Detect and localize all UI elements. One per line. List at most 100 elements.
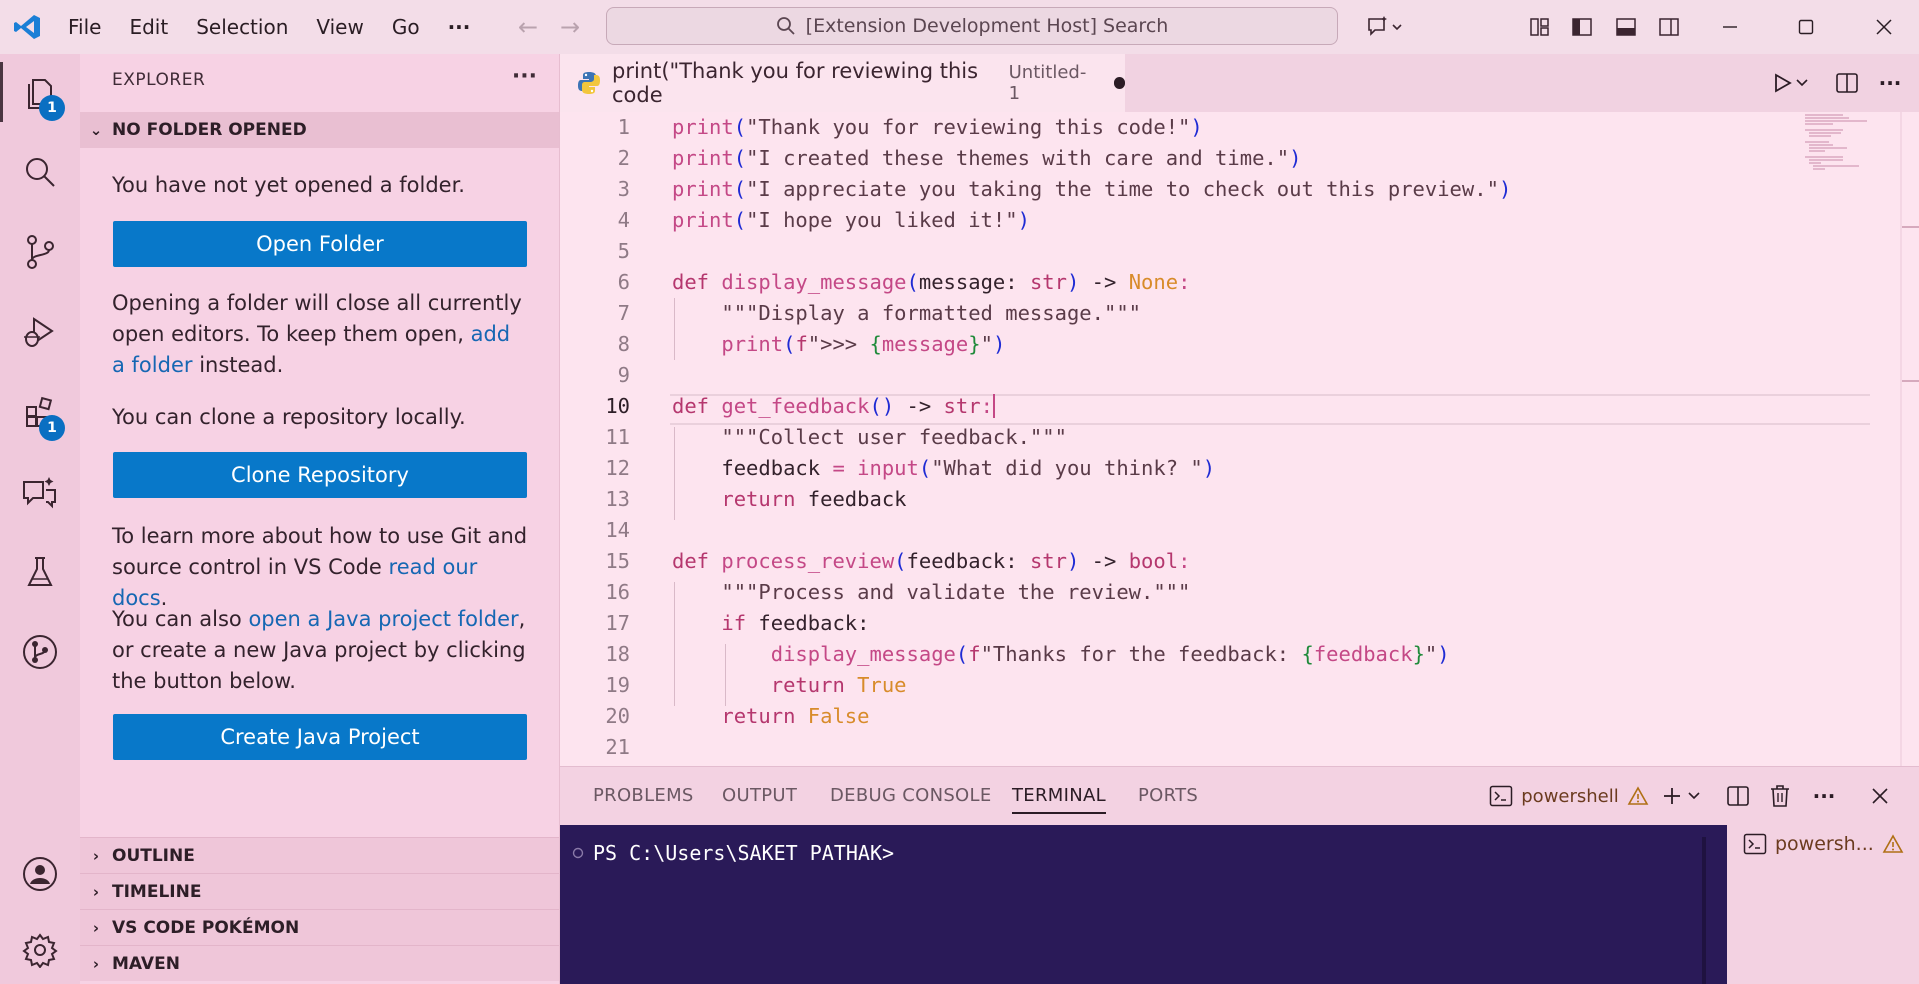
close-icon[interactable]	[1860, 0, 1908, 54]
explorer-activity-button[interactable]: 1	[0, 54, 80, 130]
code-text: def get_feedback() -> str:	[672, 394, 995, 418]
sidebar-more-button[interactable]: ···	[512, 64, 537, 89]
toggle-primary-sidebar-icon[interactable]	[1566, 0, 1598, 54]
code-text: """Collect user feedback."""	[672, 425, 1067, 449]
copilot-chat-icon[interactable]	[1354, 0, 1416, 54]
warning-icon	[1882, 834, 1904, 854]
code-text: return feedback	[721, 487, 907, 511]
back-arrow-icon[interactable]: ←	[507, 0, 549, 54]
code-line: 21	[560, 732, 1860, 763]
code-line: 11 """Collect user feedback."""	[560, 422, 1860, 453]
unsaved-dot-icon[interactable]	[1114, 77, 1125, 89]
line-number: 1	[617, 115, 630, 139]
code-line: 13 return feedback	[560, 484, 1860, 515]
command-decoration-icon	[572, 847, 584, 859]
line-number: 11	[605, 425, 630, 449]
gear-icon	[22, 932, 58, 968]
source-control-activity-button[interactable]	[0, 214, 80, 290]
tab-debug-console[interactable]: DEBUG CONSOLE	[830, 785, 992, 806]
testing-activity-button[interactable]	[0, 534, 80, 610]
maximize-icon[interactable]	[1782, 0, 1830, 54]
code-line: 8 print(f">>> {message}")	[560, 329, 1860, 360]
vscode-logo-icon	[0, 0, 54, 54]
code-line: 3 print("I appreciate you taking the time…	[560, 174, 1860, 205]
extensions-activity-button[interactable]: 1	[0, 374, 80, 450]
activity-bar: 1 1	[0, 54, 80, 984]
search-activity-button[interactable]	[0, 134, 80, 210]
line-number: 9	[617, 363, 630, 387]
git-graph-activity-button[interactable]	[0, 614, 80, 690]
chat-sparkle-icon	[21, 474, 59, 510]
code-line: 4 print("I hope you liked it!")	[560, 205, 1860, 236]
run-python-file-icon[interactable]	[1765, 54, 1817, 112]
minimize-icon[interactable]	[1706, 0, 1754, 54]
manage-activity-button[interactable]	[0, 912, 80, 984]
minimap[interactable]	[1803, 112, 1873, 172]
terminal-profile-selector[interactable]: powershell	[1484, 767, 1654, 825]
pokemon-section-header[interactable]: › VS CODE POKÉMON	[80, 909, 559, 945]
clone-repository-button[interactable]: Clone Repository	[113, 452, 527, 498]
command-center-search[interactable]: [Extension Development Host] Search	[606, 7, 1338, 45]
editor-scrollbar[interactable]	[1900, 112, 1919, 766]
explorer-sidebar: EXPLORER ··· ⌄ NO FOLDER OPENED You have…	[80, 54, 560, 984]
code-editor[interactable]: 1 print("Thank you for reviewing this cod…	[560, 112, 1919, 766]
open-java-folder-link[interactable]: open a Java project folder	[248, 607, 518, 631]
new-terminal-icon[interactable]	[1656, 767, 1710, 825]
code-text: def process_review(feedback: str) -> boo…	[672, 549, 1191, 573]
split-editor-icon[interactable]	[1827, 54, 1867, 112]
line-number: 19	[605, 673, 630, 697]
terminal-list-item[interactable]: powersh...	[1743, 833, 1904, 855]
code-line: 12 feedback = input("What did you think?…	[560, 453, 1860, 484]
code-text: display_message(f"Thanks for the feedbac…	[770, 642, 1450, 666]
forward-arrow-icon[interactable]: →	[549, 0, 591, 54]
close-panel-icon[interactable]	[1860, 767, 1900, 825]
create-java-project-button[interactable]: Create Java Project	[113, 714, 527, 760]
chat-activity-button[interactable]	[0, 454, 80, 530]
warning-icon	[1627, 786, 1649, 806]
toggle-panel-icon[interactable]	[1610, 0, 1642, 54]
terminal-name: powershell	[1521, 785, 1619, 807]
code-line: 10 def get_feedback() -> str:	[560, 391, 1860, 422]
menu-view[interactable]: View	[302, 0, 377, 54]
customize-layout-icon[interactable]	[1524, 0, 1556, 54]
tab-terminal[interactable]: TERMINAL	[1012, 785, 1106, 814]
timeline-section-header[interactable]: › TIMELINE	[80, 873, 559, 909]
line-number: 16	[605, 580, 630, 604]
open-folder-button[interactable]: Open Folder	[113, 221, 527, 267]
chevron-right-icon: ›	[92, 882, 100, 901]
no-folder-message: You have not yet opened a folder.	[112, 173, 465, 197]
python-icon	[576, 70, 602, 96]
menu-selection[interactable]: Selection	[182, 0, 302, 54]
outline-section-header[interactable]: › OUTLINE	[80, 837, 559, 873]
accounts-activity-button[interactable]	[0, 836, 80, 912]
split-terminal-icon[interactable]	[1718, 767, 1758, 825]
code-text: print(f">>> {message}")	[721, 332, 1006, 356]
bottom-panel: PROBLEMS OUTPUT DEBUG CONSOLE TERMINAL P…	[560, 766, 1919, 984]
chevron-right-icon: ›	[92, 954, 100, 973]
search-icon	[776, 16, 796, 36]
menu-more-button[interactable]: ···	[434, 0, 485, 54]
run-debug-activity-button[interactable]	[0, 294, 80, 370]
terminal-view[interactable]: PS C:\Users\SAKET PATHAK>	[560, 825, 1727, 984]
toggle-secondary-sidebar-icon[interactable]	[1653, 0, 1685, 54]
tab-title: print("Thank you for reviewing this code	[612, 59, 979, 107]
menu-edit[interactable]: Edit	[115, 0, 182, 54]
menu-file[interactable]: File	[54, 0, 115, 54]
no-folder-section-header[interactable]: ⌄ NO FOLDER OPENED	[80, 112, 559, 148]
tab-problems[interactable]: PROBLEMS	[593, 785, 694, 806]
kill-terminal-icon[interactable]	[1760, 767, 1800, 825]
editor-tab-bar: print("Thank you for reviewing this code…	[560, 54, 1919, 112]
maven-section-header[interactable]: › MAVEN	[80, 945, 559, 981]
code-text: """Process and validate the review."""	[672, 580, 1191, 604]
line-number: 8	[617, 332, 630, 356]
editor-more-actions-icon[interactable]: ···	[1870, 54, 1910, 112]
code-text: return False	[721, 704, 870, 728]
editor-tab[interactable]: print("Thank you for reviewing this code…	[560, 54, 1125, 112]
menu-go[interactable]: Go	[378, 0, 434, 54]
panel-more-actions-icon[interactable]: ···	[1804, 767, 1844, 825]
tab-output[interactable]: OUTPUT	[722, 785, 797, 806]
tab-ports[interactable]: PORTS	[1138, 785, 1198, 806]
run-debug-icon	[22, 315, 58, 349]
terminal-prompt: PS C:\Users\SAKET PATHAK>	[593, 841, 895, 865]
terminal-scrollbar[interactable]	[1702, 837, 1706, 984]
